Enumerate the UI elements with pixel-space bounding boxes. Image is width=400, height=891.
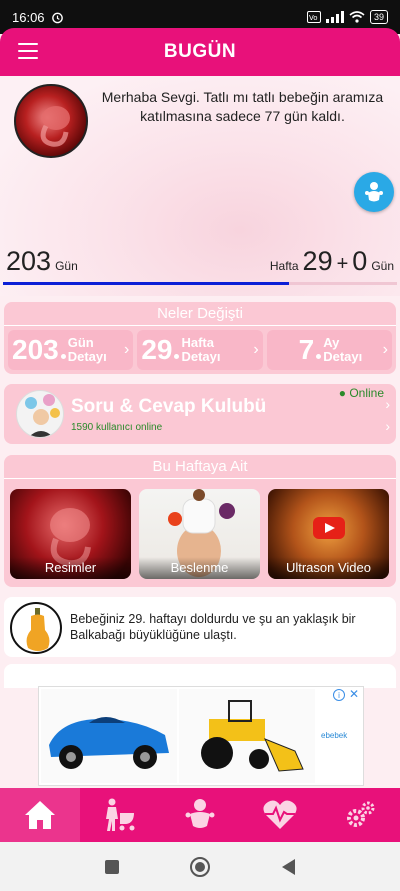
ad-close-icon[interactable]: ✕ — [349, 687, 359, 701]
qa-club-card[interactable]: Soru & Cevap Kulubü 1590 kullanıcı onlin… — [4, 384, 396, 444]
stat-label-bottom: Detayı — [323, 349, 363, 364]
month-detail-button[interactable]: 7 Ay Detayı › — [266, 330, 392, 370]
baby-fab-button[interactable] — [354, 172, 394, 212]
club-title: Soru & Cevap Kulubü — [71, 396, 267, 417]
nav-baby[interactable] — [160, 788, 240, 842]
nutrition-tile[interactable]: Beslenme — [139, 489, 260, 579]
baby-icon — [185, 799, 215, 828]
tile-label: Beslenme — [139, 557, 260, 579]
bottom-navigation — [0, 788, 400, 842]
pictures-tile[interactable]: Resimler — [10, 489, 131, 579]
chevron-right-icon: › — [382, 341, 388, 358]
system-navigation — [0, 842, 400, 891]
mother-stroller-icon — [106, 798, 135, 831]
stat-value: 203 — [12, 334, 59, 365]
nav-health[interactable] — [240, 788, 320, 842]
nav-settings[interactable] — [320, 788, 400, 842]
status-time: 16:06 — [12, 9, 45, 25]
pumpkin-image — [10, 602, 62, 654]
battery-icon: 39 — [369, 10, 388, 24]
days-unit: Gün — [55, 259, 78, 273]
this-week-header: Bu Haftaya Ait — [4, 455, 396, 479]
nav-mother[interactable] — [80, 788, 160, 842]
week-label: Hafta — [269, 259, 299, 273]
gears-icon — [347, 801, 375, 827]
week-detail-button[interactable]: 29 Hafta Detayı › — [137, 330, 263, 370]
online-label: Online — [349, 386, 384, 400]
ad-image-car — [41, 689, 177, 783]
extra-days-unit: Gün — [371, 259, 394, 273]
extra-days-value: 0 — [352, 246, 368, 276]
svg-text:Vo: Vo — [309, 14, 318, 22]
stat-label-top: Gün — [67, 335, 94, 350]
stat-value: 29 — [141, 334, 173, 365]
greeting-text: Merhaba Sevgi. Tatlı mı tatlı bebeğin ar… — [101, 89, 384, 124]
play-icon — [313, 517, 345, 539]
hamburger-icon[interactable] — [18, 43, 38, 59]
tile-label: Resimler — [10, 557, 131, 579]
online-status: ● Online — [338, 386, 384, 400]
tile-label: Ultrason Video — [268, 557, 389, 579]
ultrasound-video-tile[interactable]: Ultrason Video — [268, 489, 389, 579]
stat-label-bottom: Detayı — [181, 349, 221, 364]
baby-icon — [365, 182, 383, 202]
ad-banner[interactable]: ebebek i ✕ — [38, 686, 364, 786]
signal-icon — [325, 11, 344, 23]
wifi-icon — [349, 11, 365, 23]
page-title: BUGÜN — [163, 41, 237, 62]
days-counter: 203 Gün — [6, 246, 78, 277]
this-week-card: Bu Haftaya Ait Resimler Beslenme Ultraso… — [4, 455, 396, 587]
back-icon[interactable] — [280, 858, 296, 876]
ad-brand-logo: ebebek — [321, 731, 348, 740]
ad-image-tractor — [179, 689, 315, 783]
changes-card: Neler Değişti 203 Gün Detayı › 29 Hafta De… — [4, 302, 396, 374]
home-icon — [25, 801, 55, 829]
next-card — [4, 664, 396, 688]
day-detail-button[interactable]: 203 Gün Detayı › — [8, 330, 134, 370]
week-value: 29 — [302, 246, 333, 276]
club-avatar — [16, 390, 64, 438]
days-value: 203 — [6, 246, 52, 276]
hero-section: Merhaba Sevgi. Tatlı mı tatlı bebeğin ar… — [0, 76, 400, 296]
baby-size-card[interactable]: Bebeğiniz 29. haftayı doldurdu ve şu an … — [4, 597, 396, 657]
changes-header: Neler Değişti — [4, 302, 396, 326]
heart-pulse-icon — [263, 800, 297, 829]
stat-label-top: Ay — [323, 335, 340, 350]
ad-info-icon[interactable]: i — [333, 689, 345, 701]
plus-sign: + — [336, 253, 349, 275]
stat-label-top: Hafta — [181, 335, 214, 350]
chevron-right-icon: › — [385, 396, 390, 412]
baby-size-text: Bebeğiniz 29. haftayı doldurdu ve şu an … — [70, 612, 356, 642]
volte-icon: Vo — [306, 11, 321, 23]
alarm-icon — [51, 12, 63, 23]
weeks-counter: Hafta 29 + 0 Gün — [270, 246, 394, 277]
chevron-right-icon: › — [124, 341, 130, 358]
nav-home[interactable] — [0, 788, 80, 842]
home-button-icon[interactable] — [189, 856, 211, 878]
fetus-avatar — [14, 84, 88, 158]
progress-fill — [3, 282, 289, 285]
pregnancy-progress-bar — [3, 282, 397, 285]
stat-value: 7 — [298, 334, 315, 365]
chevron-right-icon: › — [385, 418, 390, 434]
app-bar: BUGÜN — [0, 28, 400, 76]
recents-icon[interactable] — [104, 859, 120, 875]
chevron-right-icon: › — [253, 341, 259, 358]
club-user-count: 1590 kullanıcı online — [71, 422, 163, 433]
stat-label-bottom: Detayı — [67, 349, 107, 364]
